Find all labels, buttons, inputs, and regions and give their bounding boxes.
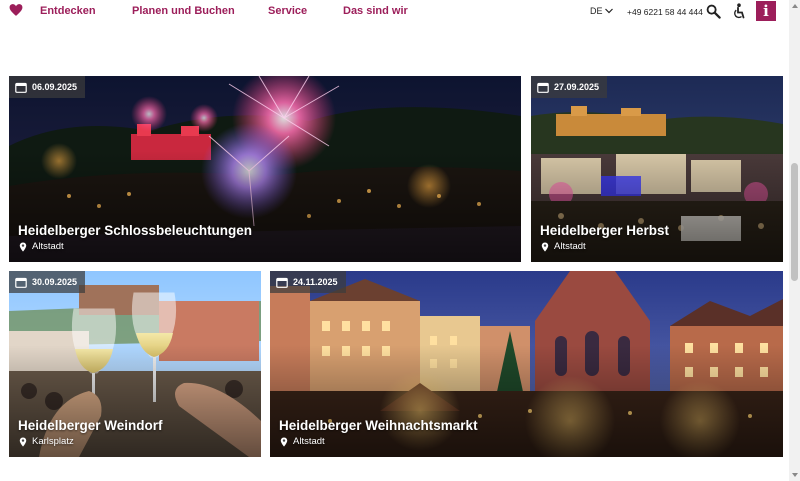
event-location-label: Altstadt xyxy=(293,436,325,447)
nav-service[interactable]: Service xyxy=(268,5,307,17)
event-location: Altstadt xyxy=(541,241,586,252)
search-icon[interactable] xyxy=(706,4,721,19)
event-location: Altstadt xyxy=(280,436,325,447)
location-pin-icon xyxy=(19,437,27,446)
event-location-label: Altstadt xyxy=(554,241,586,252)
event-date: 27.09.2025 xyxy=(554,82,600,92)
event-location: Altstadt xyxy=(19,241,64,252)
scroll-down-arrow-icon[interactable] xyxy=(792,473,798,477)
accessibility-icon[interactable] xyxy=(733,3,746,20)
calendar-icon xyxy=(15,277,27,288)
event-card-schlossbeleuchtungen[interactable]: 06.09.2025 Heidelberger Schlossbeleuchtu… xyxy=(9,76,521,262)
event-location-label: Karlsplatz xyxy=(32,436,74,447)
page-scrollbar[interactable] xyxy=(789,0,800,481)
event-card-herbst[interactable]: 27.09.2025 Heidelberger Herbst Altstadt xyxy=(531,76,783,262)
site-header: Entdecken Planen und Buchen Service Das … xyxy=(0,0,800,24)
event-title: Heidelberger Schlossbeleuchtungen xyxy=(18,223,253,238)
calendar-icon xyxy=(537,82,549,93)
nav-das-sind-wir[interactable]: Das sind wir xyxy=(343,5,408,17)
event-location-label: Altstadt xyxy=(32,241,64,252)
nav-entdecken[interactable]: Entdecken xyxy=(40,5,96,17)
event-title: Heidelberger Weindorf xyxy=(18,418,163,433)
date-badge: 06.09.2025 xyxy=(9,76,86,98)
location-pin-icon xyxy=(541,242,549,251)
scroll-up-arrow-icon[interactable] xyxy=(792,4,798,8)
event-date: 06.09.2025 xyxy=(32,82,78,92)
event-card-weihnachtsmarkt[interactable]: 24.11.2025 Heidelberger Weihnachtsmarkt … xyxy=(270,271,783,457)
location-pin-icon xyxy=(280,437,288,446)
event-date: 24.11.2025 xyxy=(293,277,338,287)
event-date: 30.09.2025 xyxy=(32,277,78,287)
language-label: DE xyxy=(590,6,603,16)
event-location: Karlsplatz xyxy=(19,436,74,447)
nav-planen-und-buchen[interactable]: Planen und Buchen xyxy=(132,5,235,17)
event-card-weindorf[interactable]: 30.09.2025 Heidelberger Weindorf Karlspl… xyxy=(9,271,261,457)
event-title: Heidelberger Herbst xyxy=(540,223,670,238)
calendar-icon xyxy=(276,277,288,288)
heart-logo-icon[interactable] xyxy=(9,3,23,17)
info-button[interactable]: i xyxy=(756,1,776,21)
chevron-down-icon xyxy=(604,8,613,14)
scrollbar-thumb[interactable] xyxy=(791,163,798,281)
language-selector[interactable]: DE xyxy=(590,6,613,16)
date-badge: 24.11.2025 xyxy=(270,271,346,293)
date-badge: 30.09.2025 xyxy=(9,271,86,293)
location-pin-icon xyxy=(19,242,27,251)
event-title: Heidelberger Weihnachtsmarkt xyxy=(279,418,478,433)
calendar-icon xyxy=(15,82,27,93)
phone-link[interactable]: +49 6221 58 44 444 xyxy=(627,7,703,17)
date-badge: 27.09.2025 xyxy=(531,76,608,98)
